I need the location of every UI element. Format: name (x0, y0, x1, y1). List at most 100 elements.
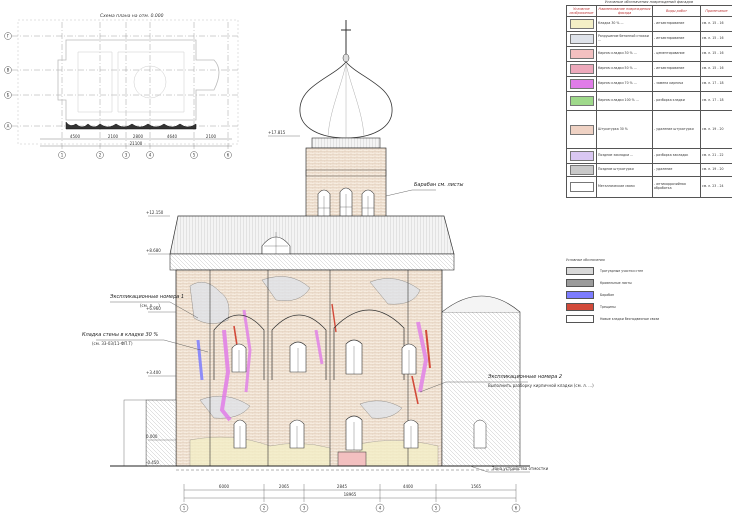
floor-plan: Г В Б А 4500 2100 2800 4640 2100 21100 1… (5, 20, 239, 159)
main-roof (170, 216, 454, 254)
legend-work: - антикоррозийная обработка (653, 177, 701, 198)
symbol-label: Барабан (600, 293, 614, 297)
legend-row: Кирпич кладки 70 % ...- замена кирпичасм… (567, 77, 732, 92)
legend-name: Кладка 30 % ... (597, 17, 653, 32)
elev-axis-5: 5 (435, 506, 438, 511)
symbol-label: Новые кладки бесподвесные связи (600, 317, 659, 321)
callout-expl-2: Экспликационные номера 2 (487, 374, 562, 380)
elev-axis-4: 4 (379, 506, 382, 511)
legend-header-note: Примечание (701, 6, 732, 17)
symbol-legend-item: Кровельные листы (566, 277, 716, 289)
level-1: +17.815 (268, 130, 286, 135)
elev-axis-6: 6 (515, 506, 518, 511)
legend-row: Кирпич кладки 30 % ...- цементированиесм… (567, 47, 732, 62)
legend-note: см. л. 15 - 16 (701, 32, 732, 47)
elev-dim-5: 1565 (471, 484, 482, 489)
callout-blind-area: Зона устройства отмостки (492, 466, 549, 471)
plan-axis-V: В (7, 68, 10, 73)
legend-row: Штукатурка 30 %- удаление штукатуркисм. … (567, 111, 732, 149)
level-3: +8.680 (146, 248, 161, 253)
plan-col-axis-1: 1 (61, 153, 64, 158)
legend-work: - инъектирование (653, 32, 701, 47)
callout-expl-1-sub: (см. л. ...) (140, 303, 160, 308)
level-6: 0.000 (146, 434, 158, 439)
plan-col-axis-5: 5 (193, 153, 196, 158)
symbol-swatch (566, 279, 594, 287)
legend-name: Кирпич кладки 70 % ... (597, 77, 653, 92)
legend-note: см. л. 21 - 22 (701, 149, 732, 164)
legend-swatch-cell (567, 164, 597, 177)
plan-col-axis-2: 2 (99, 153, 102, 158)
elev-dim-4: 4400 (403, 484, 414, 489)
legend-note: см. л. 15 - 16 (701, 62, 732, 77)
legend-swatch (570, 64, 594, 74)
legend-work: - удаление штукатурки (653, 111, 701, 149)
plan-col-axis-3: 3 (125, 153, 128, 158)
legend-row: Кирпич кладки 50 % ...- инъектированиесм… (567, 62, 732, 77)
legend-swatch (570, 19, 594, 29)
plan-col-axis-6: 6 (227, 153, 230, 158)
legend-note: см. л. 19 - 20 (701, 111, 732, 149)
level-7: -0.450 (146, 460, 159, 465)
elev-axis-1: 1 (183, 506, 186, 511)
callout-drum: Барабан см. листы (414, 182, 464, 188)
symbols-legend: Условные обозначения Тротуарные участки … (566, 258, 716, 325)
callout-expl-1: Экспликационные номера 1 (109, 294, 184, 300)
elev-axis-3: 3 (303, 506, 306, 511)
legend-swatch-cell (567, 77, 597, 92)
symbol-label: Кровельные листы (600, 281, 632, 285)
legend-swatch-cell (567, 177, 597, 198)
legend-name: Поздние закладки ... (597, 149, 653, 164)
plan-title: Схема плана на отм. 0.000 (100, 14, 164, 19)
legend-note: см. л. 17 - 18 (701, 92, 732, 111)
legend-work: - удаление (653, 164, 701, 177)
legend-header-name: Наименование повреждения фасада (597, 6, 653, 17)
legend-swatch (570, 125, 594, 135)
callout-masonry: Кладка стены в кладке 30 % (82, 332, 158, 338)
legend-header-work: Виды работ (653, 6, 701, 17)
legend-work: - цементирование (653, 47, 701, 62)
legend-work: - инъектирование (653, 62, 701, 77)
legend-note: см. л. 17 - 18 (701, 77, 732, 92)
legend-name: Металлические связи (597, 177, 653, 198)
legend-row: Кладка 30 % ...- инъектированиесм. л. 15… (567, 17, 732, 32)
legend-work: - разборка закладок (653, 149, 701, 164)
legend-swatch (570, 151, 594, 161)
plan-axis-A: А (7, 124, 10, 129)
legend-name: Разрушение бетонной стяжки ... (597, 32, 653, 47)
legend-swatch (570, 165, 594, 175)
elev-dim-1: 6000 (219, 484, 230, 489)
plan-dim-4: 4640 (167, 134, 178, 139)
legend-swatch-cell (567, 62, 597, 77)
plan-dim-2: 2100 (108, 134, 119, 139)
damage-legend: Условные обозначения повреждений фасадов… (566, 0, 732, 232)
legend-swatch-cell (567, 111, 597, 149)
legend-note: см. л. 15 - 16 (701, 47, 732, 62)
legend-name: Кирпич кладки 100 % ... (597, 92, 653, 111)
legend-row: Поздние закладки ...- разборка закладокс… (567, 149, 732, 164)
legend-row: Поздние штукатурки- удалениесм. л. 19 - … (567, 164, 732, 177)
plan-overall-dim: 21100 (130, 141, 143, 146)
symbol-swatch (566, 291, 594, 299)
legend-name: Поздние штукатурки (597, 164, 653, 177)
legend-swatch-cell (567, 92, 597, 111)
legend-swatch-cell (567, 149, 597, 164)
callout-masonry-sub: (см. 33-03/11-ФП.Т) (92, 341, 133, 346)
legend-row: Кирпич кладки 100 % ...- разборка кладки… (567, 92, 732, 111)
legend-row: Разрушение бетонной стяжки ...- инъектир… (567, 32, 732, 47)
level-5: +3.400 (146, 370, 161, 375)
legend-name: Штукатурка 30 % (597, 111, 653, 149)
legend-swatch (570, 49, 594, 59)
legend-note: см. л. 15 - 16 (701, 17, 732, 32)
legend-note: см. л. 19 - 20 (701, 164, 732, 177)
symbol-legend-item: Новые кладки бесподвесные связи (566, 313, 716, 325)
level-2: +12.150 (146, 210, 164, 215)
legend-work: - замена кирпича (653, 77, 701, 92)
legend-swatch (570, 79, 594, 89)
legend-swatch (570, 34, 594, 44)
legend-work: - инъектирование (653, 17, 701, 32)
legend-name: Кирпич кладки 30 % ... (597, 47, 653, 62)
plan-dim-3: 2800 (133, 134, 144, 139)
callout-expl-2-sub: Выполнить разборку кирпичной кладки (см.… (488, 383, 594, 388)
symbol-swatch (566, 303, 594, 311)
